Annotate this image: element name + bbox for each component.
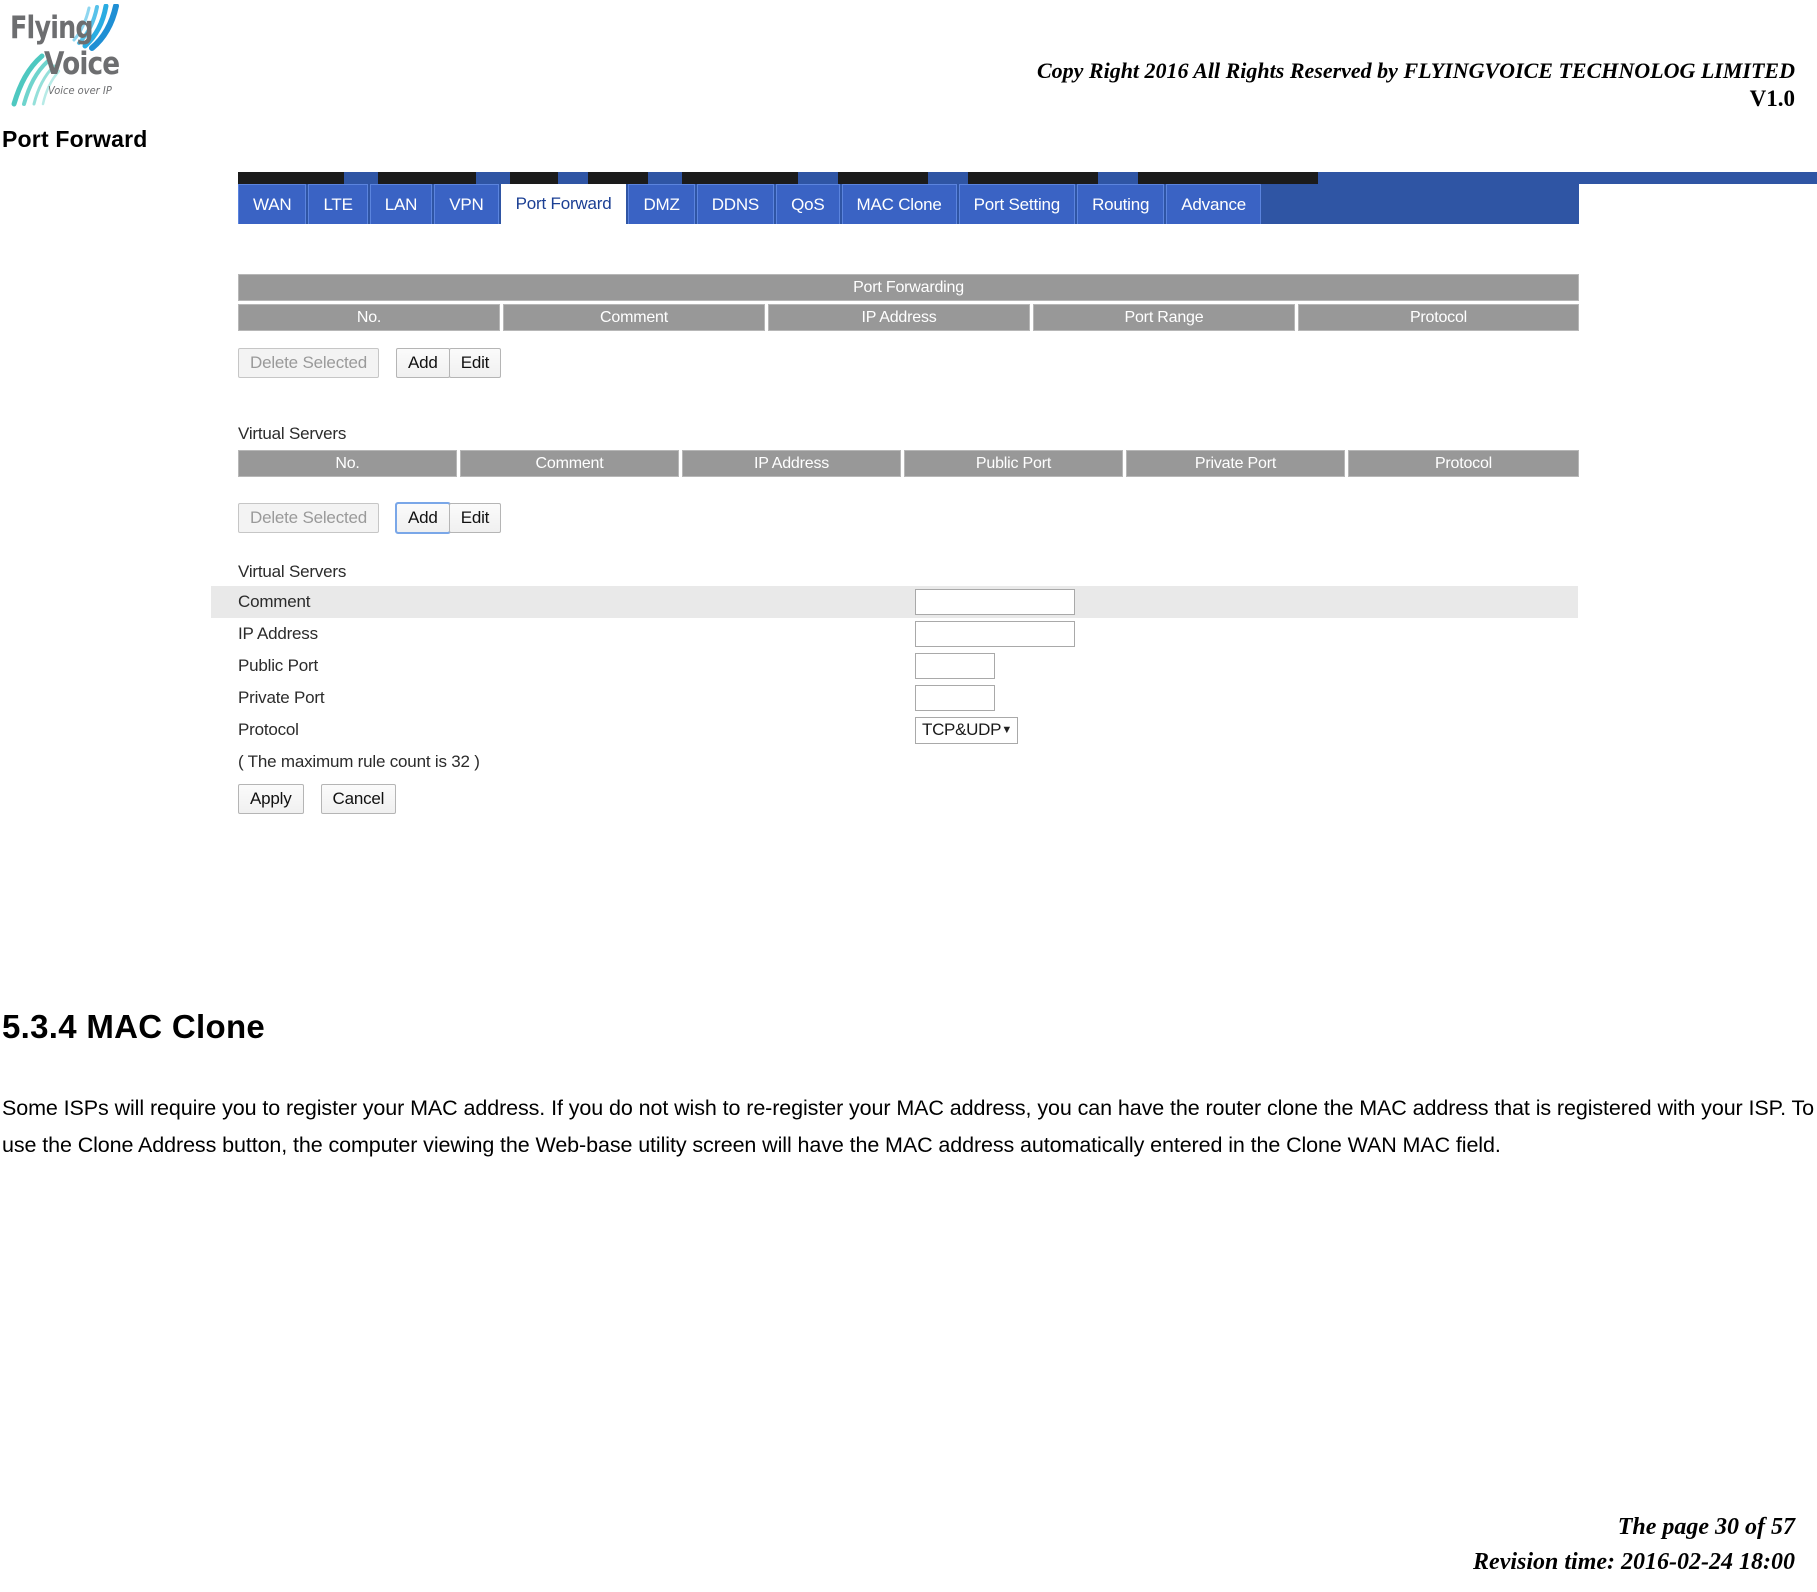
tab-label: Port Forward — [515, 194, 612, 213]
tab-lte[interactable]: LTE — [308, 184, 368, 224]
column-header-no: No. — [238, 450, 457, 477]
chevron-down-icon: ▼ — [1001, 723, 1012, 736]
ip-address-field-wrap — [915, 621, 1075, 647]
tab-label: VPN — [449, 194, 484, 214]
protocol-field-wrap: TCP&UDP ▼ — [915, 716, 1018, 744]
router-nav-bar: WAN LTE LAN VPN Port Forward DMZ DDNS Qo… — [238, 172, 1817, 224]
port-forwarding-table-title: Port Forwarding — [238, 274, 1579, 301]
column-header-ip-address: IP Address — [768, 304, 1030, 331]
protocol-select-value: TCP&UDP — [922, 720, 1002, 739]
virtual-servers-add-button[interactable]: Add — [395, 502, 451, 534]
router-web-ui-screenshot: WAN LTE LAN VPN Port Forward DMZ DDNS Qo… — [203, 172, 1817, 826]
tab-vpn[interactable]: VPN — [434, 184, 499, 224]
tab-port-setting[interactable]: Port Setting — [958, 184, 1076, 224]
form-row-ip-address: IP Address — [203, 618, 1581, 650]
public-port-input[interactable] — [915, 653, 995, 679]
tab-qos[interactable]: QoS — [776, 184, 840, 224]
tab-label: LAN — [384, 194, 418, 214]
tab-routing[interactable]: Routing — [1077, 184, 1165, 224]
label-protocol: Protocol — [238, 720, 299, 739]
apply-button[interactable]: Apply — [238, 784, 304, 814]
form-row-comment: Comment — [203, 586, 1581, 618]
virtual-servers-delete-selected-button[interactable]: Delete Selected — [238, 503, 380, 533]
column-header-comment: Comment — [460, 450, 679, 477]
page-header: Flying Voice Voice over IP Copy Right 20… — [0, 0, 1817, 132]
label-comment: Comment — [238, 592, 311, 611]
port-forwarding-button-row: Delete Selected Add Edit — [238, 348, 502, 378]
tab-label: Advance — [1181, 194, 1247, 214]
ip-address-input[interactable] — [915, 621, 1075, 647]
virtual-servers-table-header-row: No. Comment IP Address Public Port Priva… — [238, 450, 1579, 477]
column-header-public-port: Public Port — [904, 450, 1123, 477]
cancel-button[interactable]: Cancel — [320, 784, 397, 814]
heading-mac-clone: 5.3.4 MAC Clone — [2, 1008, 266, 1045]
form-action-button-row: Apply Cancel — [238, 784, 397, 814]
form-row-protocol: Protocol TCP&UDP ▼ — [203, 714, 1581, 746]
nav-top-strip — [238, 172, 1817, 184]
port-forwarding-add-button[interactable]: Add — [396, 348, 450, 378]
column-header-protocol: Protocol — [1298, 304, 1579, 331]
tab-label: LTE — [323, 194, 353, 214]
tab-mac-clone[interactable]: MAC Clone — [841, 184, 957, 224]
tab-label: Port Setting — [973, 194, 1061, 214]
tab-advance[interactable]: Advance — [1166, 184, 1262, 224]
tab-port-forward[interactable]: Port Forward — [500, 184, 627, 224]
port-forwarding-table: Port Forwarding No. Comment IP Address P… — [238, 274, 1579, 331]
flyingvoice-logo: Flying Voice Voice over IP — [8, 4, 136, 109]
public-port-field-wrap — [915, 653, 995, 679]
header-version: V1.0 — [1749, 86, 1795, 111]
port-forwarding-edit-button[interactable]: Edit — [448, 348, 502, 378]
body-paragraph: Some ISPs will require you to register y… — [2, 1096, 1814, 1157]
tab-label: DMZ — [643, 194, 680, 214]
tab-label: QoS — [791, 194, 825, 214]
column-header-port-range: Port Range — [1033, 304, 1295, 331]
column-header-comment: Comment — [503, 304, 765, 331]
router-tab-list[interactable]: WAN LTE LAN VPN Port Forward DMZ DDNS Qo… — [238, 184, 1263, 224]
header-copyright: Copy Right 2016 All Rights Reserved by F… — [1036, 58, 1795, 83]
max-rule-count-note: ( The maximum rule count is 32 ) — [238, 752, 480, 771]
tab-wan[interactable]: WAN — [238, 184, 307, 224]
label-private-port: Private Port — [238, 688, 325, 707]
tab-label: DDNS — [711, 194, 760, 214]
tab-ddns[interactable]: DDNS — [696, 184, 775, 224]
tab-label: Routing — [1092, 194, 1150, 214]
footer-revision-time: Revision time: 2016-02-24 18:00 — [1473, 1549, 1795, 1575]
column-header-ip-address: IP Address — [682, 450, 901, 477]
comment-field-wrap — [915, 589, 1075, 615]
logo-text-voice: Voice — [44, 46, 120, 82]
virtual-servers-button-row: Delete Selected Add Edit — [238, 502, 502, 534]
label-public-port: Public Port — [238, 656, 319, 675]
column-header-private-port: Private Port — [1126, 450, 1345, 477]
row-stripe — [211, 586, 1578, 618]
form-row-private-port: Private Port — [203, 682, 1581, 714]
virtual-servers-edit-button[interactable]: Edit — [448, 503, 502, 533]
private-port-field-wrap — [915, 685, 995, 711]
logo-tagline: Voice over IP — [48, 84, 112, 97]
logo-text-flying: Flying — [10, 10, 94, 46]
tab-label: MAC Clone — [856, 194, 942, 214]
virtual-servers-table: No. Comment IP Address Public Port Priva… — [238, 450, 1579, 477]
page-title: Port Forward — [2, 126, 148, 152]
label-ip-address: IP Address — [238, 624, 318, 643]
virtual-servers-form: Comment IP Address Public Port Private P… — [203, 586, 1581, 746]
tab-lan[interactable]: LAN — [369, 184, 433, 224]
private-port-input[interactable] — [915, 685, 995, 711]
port-forwarding-delete-selected-button[interactable]: Delete Selected — [238, 348, 380, 378]
form-row-public-port: Public Port — [203, 650, 1581, 682]
footer-page-number: The page 30 of 57 — [1617, 1514, 1795, 1540]
virtual-servers-table-label: Virtual Servers — [238, 424, 347, 443]
tab-label: WAN — [253, 194, 292, 214]
column-header-no: No. — [238, 304, 500, 331]
comment-input[interactable] — [915, 589, 1075, 615]
port-forwarding-table-header-row: No. Comment IP Address Port Range Protoc… — [238, 304, 1579, 331]
protocol-select[interactable]: TCP&UDP ▼ — [915, 716, 1018, 744]
virtual-servers-form-title: Virtual Servers — [238, 562, 347, 581]
column-header-protocol: Protocol — [1348, 450, 1579, 477]
tab-dmz[interactable]: DMZ — [628, 184, 695, 224]
